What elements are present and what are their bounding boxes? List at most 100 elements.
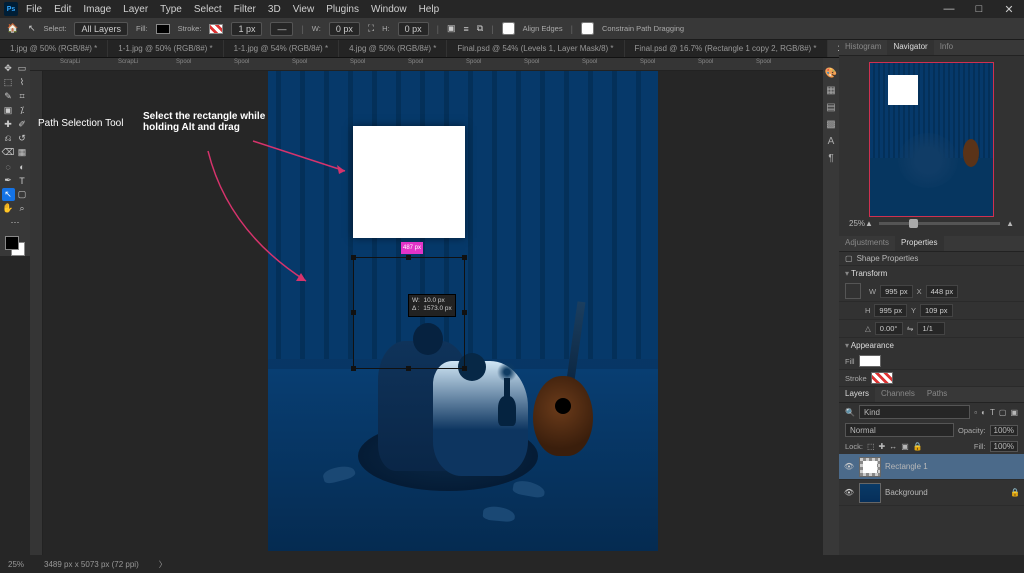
tab-histogram[interactable]: Histogram: [839, 40, 887, 55]
tab-paths[interactable]: Paths: [921, 387, 953, 402]
zoom-tool[interactable]: ⌕: [16, 202, 29, 215]
link-icon[interactable]: ⛶: [368, 23, 374, 34]
fill-swatch[interactable]: [156, 24, 170, 34]
filter-type-icon[interactable]: T: [990, 408, 995, 417]
lasso-tool[interactable]: ⌇: [16, 76, 29, 89]
hand-tool[interactable]: ✋: [2, 202, 15, 215]
menu-window[interactable]: Window: [365, 2, 413, 17]
select-scope-dropdown[interactable]: All Layers: [74, 22, 128, 36]
tab-channels[interactable]: Channels: [875, 387, 921, 402]
brush-tool[interactable]: ✐: [16, 118, 29, 131]
frame-tool[interactable]: ▣: [2, 104, 15, 117]
tab-info[interactable]: Info: [934, 40, 959, 55]
lock-all-icon[interactable]: ⬚: [867, 442, 875, 451]
filter-kind[interactable]: Kind: [859, 405, 970, 419]
filter-adj-icon[interactable]: ◐: [981, 408, 986, 417]
layer-thumbnail[interactable]: [859, 457, 881, 477]
layer-row[interactable]: 👁 Rectangle 1: [839, 454, 1024, 480]
prop-width[interactable]: 995 px: [880, 285, 913, 298]
menu-file[interactable]: File: [20, 2, 48, 17]
arrange-icon[interactable]: ⧉: [477, 23, 483, 34]
flip-h-icon[interactable]: ⇋: [907, 324, 914, 333]
maximize-icon[interactable]: □: [964, 0, 994, 18]
lock-pixel-icon[interactable]: ↔: [889, 442, 897, 451]
document-tab[interactable]: 1.jpg @ 50% (RGB/8#) *: [0, 40, 108, 57]
layer-name[interactable]: Rectangle 1: [885, 462, 928, 471]
height-input[interactable]: 0 px: [398, 22, 429, 36]
filter-smart-icon[interactable]: ▣: [1010, 408, 1018, 417]
blur-tool[interactable]: ◌: [2, 160, 15, 173]
gradients-panel-icon[interactable]: ▤: [826, 102, 835, 113]
menu-edit[interactable]: Edit: [48, 2, 77, 17]
nav-zoom-value[interactable]: 25%: [849, 219, 865, 228]
transform-section[interactable]: Transform: [839, 266, 1024, 281]
appearance-section[interactable]: Appearance: [839, 338, 1024, 353]
menu-image[interactable]: Image: [77, 2, 117, 17]
prop-y[interactable]: 109 px: [920, 304, 953, 317]
filter-shape-icon[interactable]: ▢: [999, 408, 1007, 417]
prop-flip[interactable]: 1/1: [917, 322, 945, 335]
status-doc[interactable]: 3489 px x 5073 px (72 ppi): [44, 560, 139, 569]
zoom-slider[interactable]: [879, 222, 1000, 225]
prop-angle[interactable]: 0.00°: [875, 322, 903, 335]
align-icon[interactable]: ≡: [464, 24, 469, 34]
tab-properties[interactable]: Properties: [895, 236, 943, 251]
document-tab[interactable]: Final.psd @ 16.7% (Rectangle 1 copy 2, R…: [625, 40, 828, 57]
document-tab[interactable]: 1-1.jpg @ 54% (RGB/8#) *: [224, 40, 339, 57]
document-tab[interactable]: Final.psd @ 54% (Levels 1, Layer Mask/8)…: [447, 40, 624, 57]
move-tool[interactable]: ✥: [2, 62, 15, 75]
stroke-swatch[interactable]: [209, 24, 223, 34]
fill-opacity-input[interactable]: 100%: [990, 441, 1018, 452]
edit-toolbar[interactable]: ⋯: [9, 216, 22, 229]
status-zoom[interactable]: 25%: [8, 560, 24, 569]
fill-prop-swatch[interactable]: [859, 355, 881, 367]
filter-pixel-icon[interactable]: ▫: [974, 408, 977, 417]
layer-name[interactable]: Background: [885, 488, 928, 497]
constrain-checkbox[interactable]: [581, 22, 594, 35]
zoom-in-icon[interactable]: ▲: [1006, 219, 1014, 228]
visibility-icon[interactable]: 👁: [843, 488, 855, 497]
menu-filter[interactable]: Filter: [228, 2, 262, 17]
zoom-out-icon[interactable]: ▲: [865, 219, 873, 228]
layer-row[interactable]: 👁Background🔒: [839, 480, 1024, 506]
stamp-tool[interactable]: ⎌: [2, 132, 15, 145]
menu-plugins[interactable]: Plugins: [320, 2, 365, 17]
home-icon[interactable]: 🏠: [6, 22, 20, 36]
reference-point[interactable]: [845, 283, 861, 299]
canvas[interactable]: 487 px W: 10.0 px Δ : 1573.0 px Select t…: [43, 71, 839, 555]
gradient-tool[interactable]: ▦: [16, 146, 29, 159]
dodge-tool[interactable]: ◐: [16, 160, 29, 173]
rectangle-shape[interactable]: [353, 126, 465, 238]
lock-icon[interactable]: 🔒: [913, 442, 923, 451]
tab-adjustments[interactable]: Adjustments: [839, 236, 895, 251]
history-brush-tool[interactable]: ↺: [16, 132, 29, 145]
menu-layer[interactable]: Layer: [117, 2, 154, 17]
path-selection-tool[interactable]: ↖: [2, 188, 15, 201]
align-edges-checkbox[interactable]: [502, 22, 515, 35]
menu-select[interactable]: Select: [188, 2, 228, 17]
menu-view[interactable]: View: [287, 2, 321, 17]
visibility-icon[interactable]: 👁: [843, 462, 855, 471]
document-tab[interactable]: 1-1.jpg @ 50% (RGB/8#) *: [108, 40, 223, 57]
crop-tool[interactable]: ⌗: [16, 90, 29, 103]
lock-pos-icon[interactable]: ✚: [879, 442, 886, 451]
document-tab[interactable]: 4.jpg @ 50% (RGB/8#) *: [339, 40, 447, 57]
filter-icon[interactable]: 🔍: [845, 408, 855, 417]
type-tool[interactable]: T: [16, 174, 29, 187]
opacity-input[interactable]: 100%: [990, 425, 1018, 436]
pen-tool[interactable]: ✒: [2, 174, 15, 187]
artboard-tool[interactable]: ▭: [16, 62, 29, 75]
stroke-width-input[interactable]: 1 px: [231, 22, 262, 36]
minimize-icon[interactable]: —: [934, 0, 964, 18]
heal-tool[interactable]: ✚: [2, 118, 15, 131]
width-input[interactable]: 0 px: [329, 22, 360, 36]
quick-select-tool[interactable]: ✎: [2, 90, 15, 103]
marquee-tool[interactable]: ⬚: [2, 76, 15, 89]
color-swatches[interactable]: [5, 236, 25, 256]
eraser-tool[interactable]: ⌫: [2, 146, 15, 159]
color-panel-icon[interactable]: 🎨: [825, 68, 837, 79]
stroke-style[interactable]: —: [270, 22, 293, 36]
shape-tool[interactable]: ▢: [16, 188, 29, 201]
menu-help[interactable]: Help: [413, 2, 446, 17]
close-icon[interactable]: ✕: [994, 0, 1024, 18]
